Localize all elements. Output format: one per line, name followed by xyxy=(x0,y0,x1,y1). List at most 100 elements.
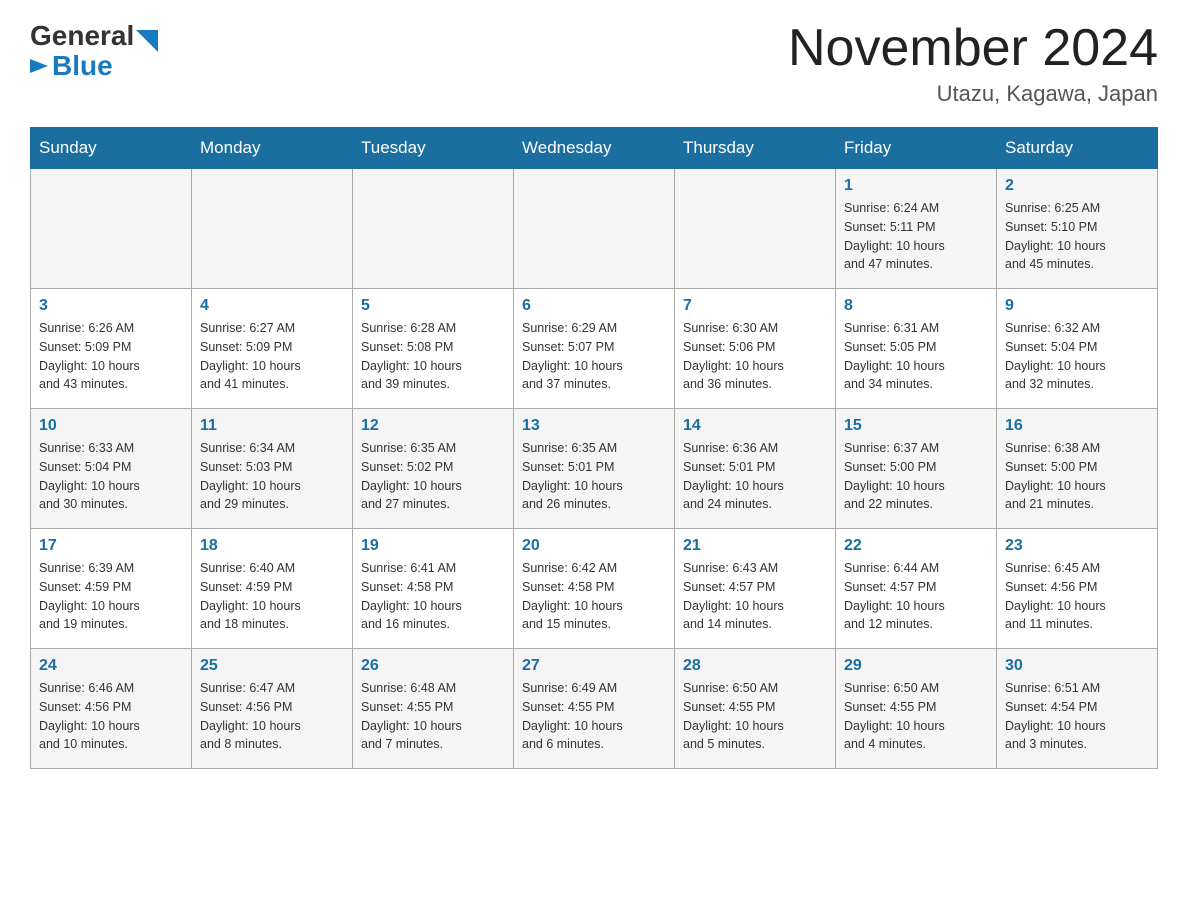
day-number: 7 xyxy=(683,297,827,315)
table-row: 7Sunrise: 6:30 AM Sunset: 5:06 PM Daylig… xyxy=(675,289,836,409)
table-row: 18 Sunrise: 6:40 AM Sunset: 4:59 PM Dayli… xyxy=(192,529,353,649)
logo-general-text: General xyxy=(30,20,134,52)
day-info: Sunrise: 6:31 AM Sunset: 5:05 PM Dayligh… xyxy=(844,319,988,394)
logo-blue-text: Blue xyxy=(52,50,113,82)
day-info: Sunrise: 6:36 AM Sunset: 5:01 PM Dayligh… xyxy=(683,439,827,514)
page-header: General Blue November 2024 Utazu, Kagawa… xyxy=(30,20,1158,107)
location-title: Utazu, Kagawa, Japan xyxy=(788,81,1158,107)
day-info: Sunrise: 6:25 AM Sunset: 5:10 PM Dayligh… xyxy=(1005,199,1149,274)
day-number: 6 xyxy=(522,297,666,315)
day-info: Sunrise: 6:50 AM Sunset: 4:55 PM Dayligh… xyxy=(844,679,988,754)
table-row: 19 Sunrise: 6:41 AM Sunset: 4:58 PM Dayli… xyxy=(353,529,514,649)
day-info: Sunrise: 6:27 AM Sunset: 5:09 PM Dayligh… xyxy=(200,319,344,394)
table-row: 26 Sunrise: 6:48 AM Sunset: 4:55 PM Dayli… xyxy=(353,649,514,769)
day-number: 3 xyxy=(39,297,183,315)
table-row: 23 Sunrise: 6:45 AM Sunset: 4:56 PM Dayli… xyxy=(997,529,1158,649)
table-row: 8 Sunrise: 6:31 AM Sunset: 5:05 PM Daylig… xyxy=(836,289,997,409)
day-number: 23 xyxy=(1005,537,1149,555)
day-info: Sunrise: 6:44 AM Sunset: 4:57 PM Dayligh… xyxy=(844,559,988,634)
day-number: 27 xyxy=(522,657,666,675)
table-row: 17Sunrise: 6:39 AM Sunset: 4:59 PM Dayli… xyxy=(31,529,192,649)
title-area: November 2024 Utazu, Kagawa, Japan xyxy=(788,20,1158,107)
day-number: 8 xyxy=(844,297,988,315)
day-number: 25 xyxy=(200,657,344,675)
day-info: Sunrise: 6:40 AM Sunset: 4:59 PM Dayligh… xyxy=(200,559,344,634)
day-number: 4 xyxy=(200,297,344,315)
table-row: 10 Sunrise: 6:33 AM Sunset: 5:04 PM Dayli… xyxy=(31,409,192,529)
day-info: Sunrise: 6:51 AM Sunset: 4:54 PM Dayligh… xyxy=(1005,679,1149,754)
day-number: 28 xyxy=(683,657,827,675)
table-row: 2 Sunrise: 6:25 AM Sunset: 5:10 PM Daylig… xyxy=(997,169,1158,289)
day-info: Sunrise: 6:33 AM Sunset: 5:04 PM Dayligh… xyxy=(39,439,183,514)
table-row: 25 Sunrise: 6:47 AM Sunset: 4:56 PM Dayli… xyxy=(192,649,353,769)
header-wednesday: Wednesday xyxy=(514,128,675,169)
day-info: Sunrise: 6:46 AM Sunset: 4:56 PM Dayligh… xyxy=(39,679,183,754)
day-info: Sunrise: 6:28 AM Sunset: 5:08 PM Dayligh… xyxy=(361,319,505,394)
table-row: 3Sunrise: 6:26 AM Sunset: 5:09 PM Daylig… xyxy=(31,289,192,409)
calendar-table: Sunday Monday Tuesday Wednesday Thursday… xyxy=(30,127,1158,769)
day-number: 2 xyxy=(1005,177,1149,195)
day-info: Sunrise: 6:42 AM Sunset: 4:58 PM Dayligh… xyxy=(522,559,666,634)
table-row xyxy=(675,169,836,289)
day-info: Sunrise: 6:35 AM Sunset: 5:01 PM Dayligh… xyxy=(522,439,666,514)
day-info: Sunrise: 6:32 AM Sunset: 5:04 PM Dayligh… xyxy=(1005,319,1149,394)
table-row: 22 Sunrise: 6:44 AM Sunset: 4:57 PM Dayli… xyxy=(836,529,997,649)
day-number: 9 xyxy=(1005,297,1149,315)
header-saturday: Saturday xyxy=(997,128,1158,169)
table-row xyxy=(192,169,353,289)
day-info: Sunrise: 6:48 AM Sunset: 4:55 PM Dayligh… xyxy=(361,679,505,754)
table-row: 6 Sunrise: 6:29 AM Sunset: 5:07 PM Daylig… xyxy=(514,289,675,409)
table-row: 9 Sunrise: 6:32 AM Sunset: 5:04 PM Daylig… xyxy=(997,289,1158,409)
day-number: 18 xyxy=(200,537,344,555)
header-friday: Friday xyxy=(836,128,997,169)
table-row: 24 Sunrise: 6:46 AM Sunset: 4:56 PM Dayli… xyxy=(31,649,192,769)
day-number: 30 xyxy=(1005,657,1149,675)
table-row: 29 Sunrise: 6:50 AM Sunset: 4:55 PM Dayli… xyxy=(836,649,997,769)
day-number: 12 xyxy=(361,417,505,435)
day-number: 10 xyxy=(39,417,183,435)
table-row: 21 Sunrise: 6:43 AM Sunset: 4:57 PM Dayli… xyxy=(675,529,836,649)
day-info: Sunrise: 6:29 AM Sunset: 5:07 PM Dayligh… xyxy=(522,319,666,394)
day-number: 29 xyxy=(844,657,988,675)
day-info: Sunrise: 6:49 AM Sunset: 4:55 PM Dayligh… xyxy=(522,679,666,754)
table-row: 13 Sunrise: 6:35 AM Sunset: 5:01 PM Dayli… xyxy=(514,409,675,529)
day-info: Sunrise: 6:39 AM Sunset: 4:59 PM Dayligh… xyxy=(39,559,183,634)
day-number: 5 xyxy=(361,297,505,315)
table-row xyxy=(353,169,514,289)
calendar-header: Sunday Monday Tuesday Wednesday Thursday… xyxy=(31,128,1158,169)
calendar-week-row: 3Sunrise: 6:26 AM Sunset: 5:09 PM Daylig… xyxy=(31,289,1158,409)
table-row: 15Sunrise: 6:37 AM Sunset: 5:00 PM Dayli… xyxy=(836,409,997,529)
calendar-week-row: 24 Sunrise: 6:46 AM Sunset: 4:56 PM Dayli… xyxy=(31,649,1158,769)
table-row: 11Sunrise: 6:34 AM Sunset: 5:03 PM Dayli… xyxy=(192,409,353,529)
table-row: 5 Sunrise: 6:28 AM Sunset: 5:08 PM Daylig… xyxy=(353,289,514,409)
day-number: 1 xyxy=(844,177,988,195)
day-number: 15 xyxy=(844,417,988,435)
day-info: Sunrise: 6:45 AM Sunset: 4:56 PM Dayligh… xyxy=(1005,559,1149,634)
day-number: 26 xyxy=(361,657,505,675)
day-number: 11 xyxy=(200,417,344,435)
day-info: Sunrise: 6:43 AM Sunset: 4:57 PM Dayligh… xyxy=(683,559,827,634)
header-row: Sunday Monday Tuesday Wednesday Thursday… xyxy=(31,128,1158,169)
table-row: 28Sunrise: 6:50 AM Sunset: 4:55 PM Dayli… xyxy=(675,649,836,769)
header-thursday: Thursday xyxy=(675,128,836,169)
table-row: 14Sunrise: 6:36 AM Sunset: 5:01 PM Dayli… xyxy=(675,409,836,529)
day-info: Sunrise: 6:38 AM Sunset: 5:00 PM Dayligh… xyxy=(1005,439,1149,514)
day-info: Sunrise: 6:47 AM Sunset: 4:56 PM Dayligh… xyxy=(200,679,344,754)
calendar-week-row: 17Sunrise: 6:39 AM Sunset: 4:59 PM Dayli… xyxy=(31,529,1158,649)
day-number: 22 xyxy=(844,537,988,555)
day-number: 21 xyxy=(683,537,827,555)
table-row: 16Sunrise: 6:38 AM Sunset: 5:00 PM Dayli… xyxy=(997,409,1158,529)
day-info: Sunrise: 6:41 AM Sunset: 4:58 PM Dayligh… xyxy=(361,559,505,634)
day-info: Sunrise: 6:24 AM Sunset: 5:11 PM Dayligh… xyxy=(844,199,988,274)
day-info: Sunrise: 6:35 AM Sunset: 5:02 PM Dayligh… xyxy=(361,439,505,514)
day-number: 24 xyxy=(39,657,183,675)
table-row xyxy=(514,169,675,289)
header-monday: Monday xyxy=(192,128,353,169)
calendar-body: 1 Sunrise: 6:24 AM Sunset: 5:11 PM Daylig… xyxy=(31,169,1158,769)
day-number: 13 xyxy=(522,417,666,435)
table-row: 30 Sunrise: 6:51 AM Sunset: 4:54 PM Dayli… xyxy=(997,649,1158,769)
table-row: 27 Sunrise: 6:49 AM Sunset: 4:55 PM Dayli… xyxy=(514,649,675,769)
logo: General Blue xyxy=(30,20,158,82)
header-sunday: Sunday xyxy=(31,128,192,169)
day-number: 19 xyxy=(361,537,505,555)
